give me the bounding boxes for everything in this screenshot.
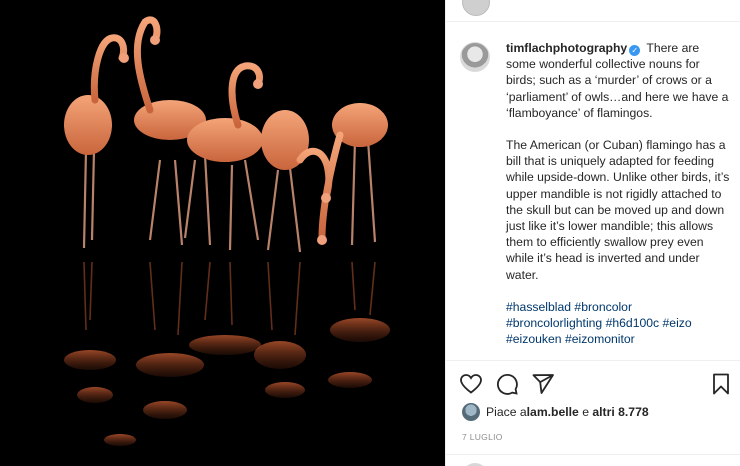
instagram-post: timflachphotography ✓ There are some wond… [0, 0, 740, 466]
comment-icon[interactable] [494, 371, 520, 397]
likes-count[interactable]: altri 8.778 [592, 405, 648, 419]
likes-middle: e [578, 405, 593, 419]
likes-prefix: Piace a [486, 405, 527, 419]
caption-hashtags[interactable]: #hasselblad #broncolor #broncolorlightin… [506, 299, 730, 348]
header-strip [446, 0, 740, 22]
author-username[interactable]: timflachphotography [506, 41, 627, 55]
likes-summary: Piace a lam.belle e altri 8.778 [462, 403, 649, 421]
post-sidebar: timflachphotography ✓ There are some wond… [445, 0, 740, 466]
author-avatar[interactable] [460, 42, 490, 72]
heart-icon[interactable] [458, 371, 484, 397]
post-date[interactable]: 7 LUGLIO [462, 432, 503, 442]
liker-username[interactable]: lam.belle [527, 405, 579, 419]
verified-badge-icon: ✓ [629, 45, 641, 56]
header-avatar[interactable] [462, 0, 490, 16]
action-icons [458, 371, 740, 397]
post-caption: timflachphotography ✓ There are some wond… [460, 40, 730, 347]
caption-body: timflachphotography ✓ There are some wond… [506, 40, 730, 347]
paper-plane-icon[interactable] [530, 371, 556, 397]
flamingo-image [0, 0, 445, 466]
post-actions: Piace a lam.belle e altri 8.778 7 LUGLIO [446, 360, 740, 466]
post-photo-flamingos[interactable] [0, 0, 445, 466]
comment-strip [446, 454, 740, 466]
bookmark-icon[interactable] [708, 371, 734, 397]
liker-avatar[interactable] [462, 403, 480, 421]
caption-paragraph-1: timflachphotography ✓ There are some wond… [506, 40, 730, 121]
caption-paragraph-2: The American (or Cuban) flamingo has a b… [506, 138, 730, 282]
